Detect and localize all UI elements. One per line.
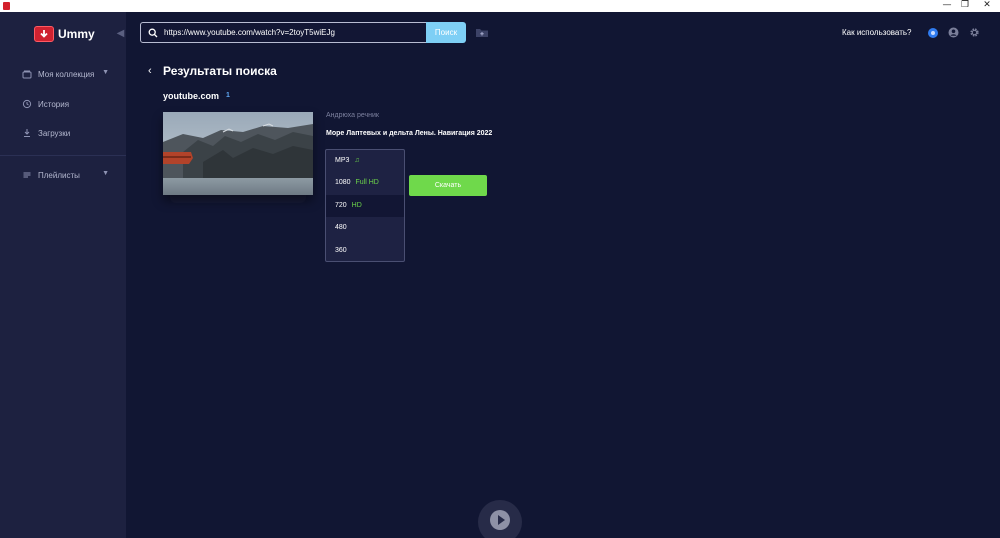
play-icon xyxy=(490,510,510,530)
sidebar-item-label: Плейлисты xyxy=(38,170,80,180)
collapse-sidebar-button[interactable]: ◀ xyxy=(115,28,126,40)
format-option-1080[interactable]: 1080 Full HD xyxy=(326,172,404,194)
sidebar: Ummy ◀ Моя коллекция ▼ История Загрузки … xyxy=(0,12,126,538)
video-title: Море Лаптевых и дельта Лены. Навигация 2… xyxy=(326,130,493,137)
sidebar-item-label: История xyxy=(38,99,70,109)
url-search-box[interactable] xyxy=(140,22,427,43)
page-title: Результаты поиска xyxy=(163,64,277,78)
video-thumbnail[interactable] xyxy=(163,112,313,195)
history-icon xyxy=(22,99,32,109)
sidebar-item-downloads[interactable]: Загрузки xyxy=(0,124,126,142)
result-count-badge: 1 xyxy=(226,92,230,99)
sidebar-item-label: Загрузки xyxy=(38,128,71,138)
format-option-360[interactable]: 360 xyxy=(326,240,404,262)
app-icon xyxy=(3,2,10,10)
maximize-button[interactable]: ❐ xyxy=(954,0,976,12)
sidebar-item-collection[interactable]: Моя коллекция ▼ xyxy=(0,65,126,83)
format-option-720[interactable]: 720 HD xyxy=(326,195,404,217)
download-button[interactable]: Скачать xyxy=(409,175,487,196)
playlist-icon xyxy=(22,170,32,180)
gear-icon[interactable] xyxy=(969,27,980,38)
thumbnail-shadow xyxy=(170,195,306,203)
video-author: Андрюха речник xyxy=(326,112,379,119)
chevron-down-icon[interactable]: ▼ xyxy=(102,170,109,177)
app-logo[interactable]: Ummy xyxy=(34,26,95,42)
add-folder-icon[interactable] xyxy=(475,27,489,38)
format-option-mp3[interactable]: MP3 ♫ xyxy=(326,150,404,172)
sidebar-divider xyxy=(0,155,126,156)
collection-icon xyxy=(22,69,32,79)
thumbnail-image xyxy=(163,112,313,195)
sidebar-item-label: Моя коллекция xyxy=(38,69,95,79)
user-icon[interactable] xyxy=(948,27,959,38)
how-to-use-link[interactable]: Как использовать? xyxy=(842,28,911,37)
download-logo-icon xyxy=(34,26,54,42)
music-note-icon: ♫ xyxy=(354,157,360,164)
search-button[interactable]: Поиск xyxy=(426,22,466,43)
search-icon xyxy=(148,28,158,37)
quality-label: HD xyxy=(351,202,362,209)
back-button[interactable]: ‹ xyxy=(148,65,152,77)
format-option-480[interactable]: 480 xyxy=(326,217,404,239)
sidebar-item-playlists[interactable]: Плейлисты ▼ xyxy=(0,166,126,184)
quality-label: Full HD xyxy=(355,179,379,186)
download-icon xyxy=(22,128,32,138)
format-dropdown[interactable]: MP3 ♫ 1080 Full HD 720 HD 480 360 xyxy=(325,149,405,262)
close-button[interactable]: ✕ xyxy=(976,0,998,12)
notification-icon[interactable] xyxy=(928,28,938,38)
window-titlebar: — ❐ ✕ xyxy=(0,0,1000,12)
app-name: Ummy xyxy=(58,27,95,41)
player-toggle[interactable] xyxy=(478,500,522,538)
sidebar-item-history[interactable]: История xyxy=(0,95,126,113)
chevron-down-icon[interactable]: ▼ xyxy=(102,69,109,76)
url-input[interactable] xyxy=(164,28,419,37)
result-source: youtube.com xyxy=(163,91,220,101)
